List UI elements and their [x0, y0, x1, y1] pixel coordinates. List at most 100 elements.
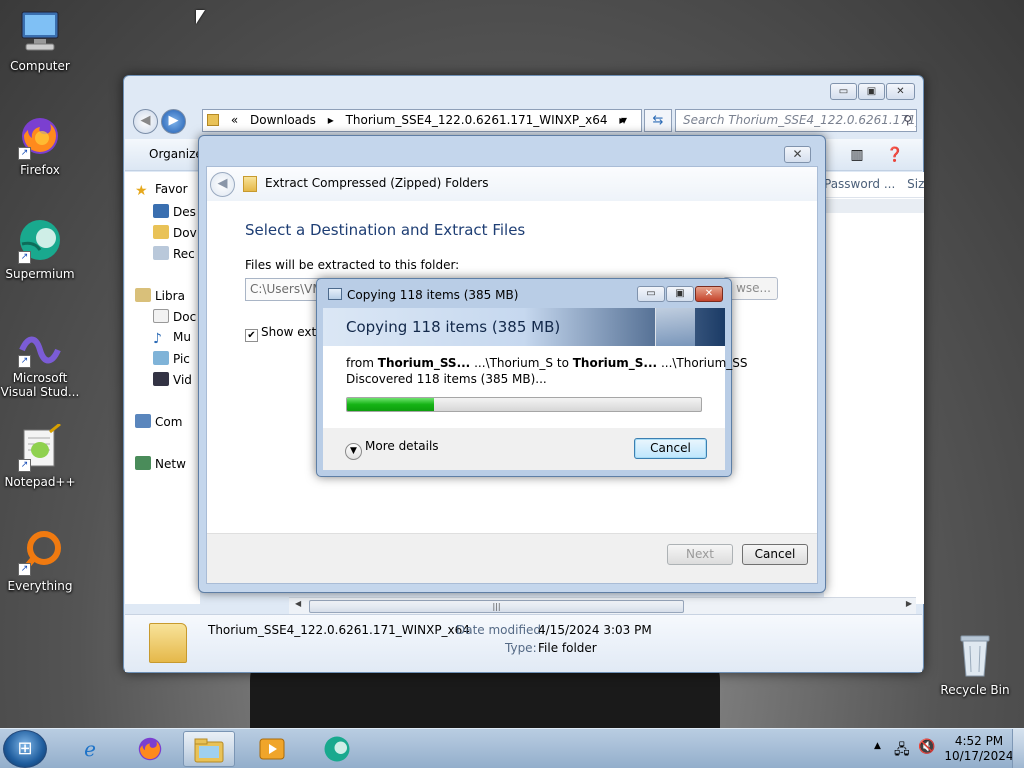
nav-videos[interactable]: Vid [153, 372, 192, 387]
nav-recent[interactable]: Rec [153, 246, 195, 261]
close-button[interactable]: ✕ [886, 83, 915, 100]
scroll-left-icon[interactable]: ◀ [295, 599, 301, 608]
window-caption-buttons: ▭ ▣ ✕ [830, 83, 915, 100]
source-folder-link[interactable]: Thorium_SS... [378, 356, 470, 370]
desktop-icon-visual-studio[interactable]: ↗ Microsoft Visual Stud... [0, 332, 80, 399]
music-icon: ♪ [153, 331, 162, 347]
nav-music[interactable]: ♪ Mu [153, 330, 191, 346]
nav-libraries-label: Libra [155, 289, 185, 303]
glass-pane-decoration [655, 308, 695, 346]
column-size[interactable]: Siz [907, 177, 924, 191]
volume-muted-icon[interactable]: 🔇 [918, 739, 935, 755]
back-button[interactable]: ◀ [133, 109, 158, 134]
search-placeholder: Search Thorium_SSE4_122.0.6261.171_... [683, 113, 917, 127]
checkbox-checked-icon[interactable]: ✔ [245, 329, 258, 342]
file-list: Password ... Siz [824, 172, 924, 604]
nav-computer-label: Com [155, 415, 183, 429]
taskbar-internet-explorer[interactable]: ℯ [64, 731, 116, 767]
notepadpp-icon: ↗ [16, 422, 64, 472]
nav-network[interactable]: Netw [135, 456, 186, 471]
copy-banner-text: Copying 118 items (385 MB) [346, 318, 561, 336]
nav-desktop[interactable]: Des [153, 204, 196, 219]
nav-libraries[interactable]: Libra [135, 288, 185, 303]
nav-computer[interactable]: Com [135, 414, 182, 429]
maximize-button[interactable]: ▣ [858, 83, 885, 100]
wizard-cancel-button[interactable]: Cancel [742, 544, 808, 565]
navigation-pane: ★ Favor Des Dov Rec Libra Doc ♪ Mu Pic Vid… [125, 172, 200, 604]
desktop-icon-firefox[interactable]: ↗ Firefox [0, 112, 80, 177]
nav-documents-label: Doc [173, 310, 197, 324]
nav-favorites[interactable]: ★ Favor [135, 182, 188, 198]
progress-fill [347, 398, 434, 411]
chevron-down-icon[interactable]: ▼ [345, 443, 362, 460]
maximize-button[interactable]: ▣ [666, 286, 694, 302]
destination-folder-link[interactable]: Thorium_S... [573, 356, 657, 370]
desktop-icon-label: Notepad++ [4, 475, 76, 489]
refresh-button[interactable]: ⇆ [644, 109, 672, 132]
start-button[interactable]: ⊞ [3, 730, 47, 768]
minimize-button[interactable]: ▭ [830, 83, 857, 100]
nav-downloads[interactable]: Dov [153, 225, 197, 240]
copy-dialog-icon [328, 288, 342, 300]
horizontal-scrollbar[interactable]: ◀ ||| ▶ [289, 597, 916, 614]
documents-icon [153, 309, 169, 323]
network-status-icon[interactable]: 🖧 [894, 739, 910, 763]
taskbar-explorer[interactable] [183, 731, 235, 767]
nav-downloads-label: Dov [173, 226, 197, 240]
nav-recent-label: Rec [173, 247, 195, 261]
downloads-folder-icon [153, 225, 169, 239]
address-dropdown-icon[interactable]: ▾ [621, 110, 627, 131]
wizard-title: Extract Compressed (Zipped) Folders [265, 176, 489, 190]
desktop-icon-recycle-bin[interactable]: Recycle Bin [935, 632, 1015, 697]
desktop-icon-computer[interactable]: Computer [0, 8, 80, 73]
firefox-icon: ↗ [16, 112, 64, 160]
search-input[interactable]: Search Thorium_SSE4_122.0.6261.171_... ⚲ [675, 109, 917, 132]
details-modified-value: 4/15/2024 3:03 PM [538, 623, 652, 637]
computer-icon [135, 414, 151, 428]
folder-icon [207, 114, 219, 126]
nav-documents[interactable]: Doc [153, 309, 196, 324]
search-icon[interactable]: ⚲ [903, 110, 912, 131]
wizard-back-button[interactable]: ◀ [210, 172, 235, 197]
shortcut-arrow-icon: ↗ [18, 251, 31, 264]
more-details-label: More details [365, 439, 439, 453]
desktop-icon-supermium[interactable]: ↗ Supermium [0, 216, 80, 281]
column-password[interactable]: Password ... [824, 177, 895, 191]
breadcrumb-current-folder[interactable]: Thorium_SSE4_122.0.6261.171_WINXP_x64 [346, 113, 608, 127]
close-button[interactable]: ✕ [695, 286, 723, 302]
clock[interactable]: 4:52 PM 10/17/2024 [944, 734, 1014, 764]
scroll-right-icon[interactable]: ▶ [906, 599, 912, 608]
nav-pictures[interactable]: Pic [153, 351, 190, 366]
supermium-icon: ↗ [16, 216, 64, 264]
details-type-value: File folder [538, 641, 597, 655]
taskbar-supermium[interactable] [311, 731, 363, 767]
everything-search-icon: ↗ [16, 528, 64, 576]
preview-pane-icon[interactable]: ▥ [847, 145, 867, 165]
file-row[interactable] [824, 199, 924, 213]
address-bar[interactable]: « Downloads ▸ Thorium_SSE4_122.0.6261.17… [202, 109, 642, 132]
copy-cancel-button[interactable]: Cancel [634, 438, 707, 459]
desktop-icon-notepadpp[interactable]: ↗ Notepad++ [0, 422, 80, 489]
forward-button[interactable]: ▶ [161, 109, 186, 134]
star-icon: ★ [135, 183, 148, 199]
copy-progress-bar [346, 397, 702, 412]
scrollbar-thumb[interactable]: ||| [309, 600, 684, 613]
breadcrumb-downloads[interactable]: Downloads [250, 113, 316, 127]
breadcrumb-chevron[interactable]: « [231, 113, 238, 127]
next-button[interactable]: Next [667, 544, 733, 565]
source-path: ...\Thorium_S [474, 356, 554, 370]
more-details-toggle[interactable]: ▼ More details [345, 439, 439, 460]
help-icon[interactable]: ❓ [885, 145, 905, 165]
desktop-icon-everything[interactable]: ↗ Everything [0, 528, 80, 593]
show-hidden-icons-icon[interactable]: ▲ [874, 741, 881, 751]
taskbar-media-player[interactable] [246, 731, 298, 767]
taskbar-firefox[interactable] [124, 731, 176, 767]
breadcrumb-separator-icon[interactable]: ▸ [328, 113, 334, 127]
organize-button[interactable]: Organize [149, 147, 203, 161]
wizard-close-button[interactable]: ✕ [784, 146, 811, 163]
desktop-icon-label: Everything [7, 579, 73, 593]
show-desktop-button[interactable] [1012, 729, 1024, 768]
nav-network-label: Netw [155, 457, 186, 471]
recycle-bin-icon [951, 632, 999, 680]
minimize-button[interactable]: ▭ [637, 286, 665, 302]
